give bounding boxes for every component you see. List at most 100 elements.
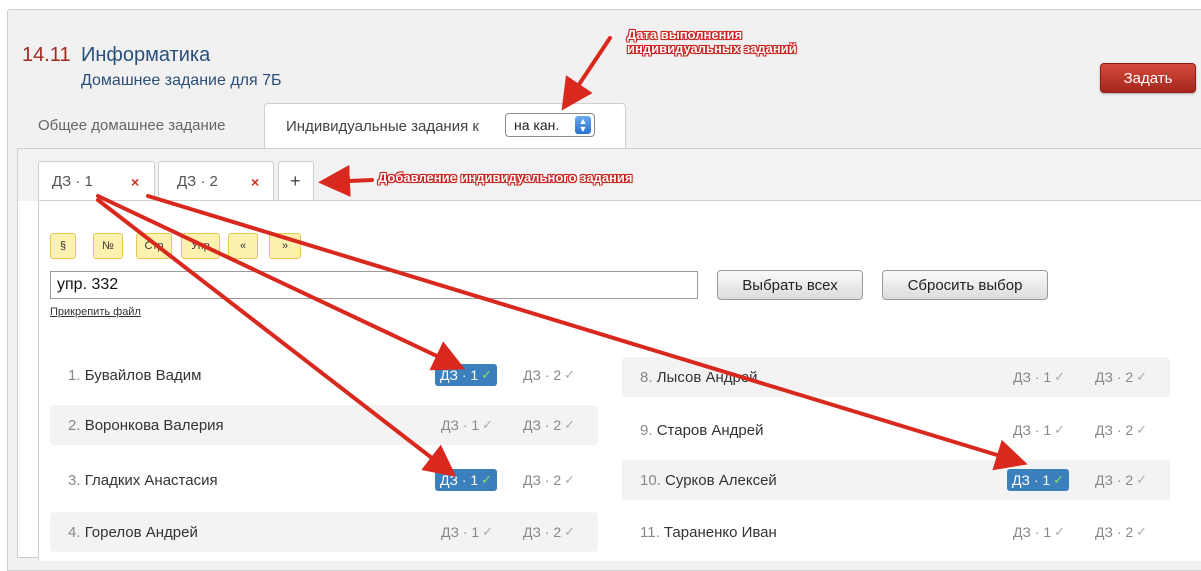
- format-quote-close-button[interactable]: »: [269, 233, 301, 259]
- format-number-button[interactable]: №: [93, 233, 123, 259]
- student-name: Бувайлов Вадим: [84, 367, 202, 384]
- chip-label: ДЗ · 1: [1012, 472, 1051, 488]
- annotation-due-date-line2: индивидуальных заданий: [627, 41, 797, 56]
- student-name: Воронкова Валерия: [84, 417, 224, 434]
- check-icon: ✓: [1136, 369, 1148, 384]
- check-icon: ✓: [564, 417, 576, 432]
- student-number: 8.: [640, 369, 653, 386]
- student-row: 8. Лысов Андрей ДЗ · 1 ✓ ДЗ · 2 ✓: [622, 357, 1170, 397]
- student-number: 2.: [68, 417, 81, 434]
- student-row: 3. Гладких Анастасия ДЗ · 1 ✓ ДЗ · 2 ✓: [50, 460, 598, 500]
- tab-individual-label: Индивидуальные задания к: [286, 118, 479, 135]
- chip-label: ДЗ · 2: [523, 472, 562, 488]
- hw-tab-1[interactable]: ДЗ · 1 ×: [38, 161, 155, 201]
- reset-selection-button[interactable]: Сбросить выбор: [882, 270, 1048, 300]
- dz1-chip[interactable]: ДЗ · 1 ✓: [438, 414, 496, 436]
- dz2-chip[interactable]: ДЗ · 2 ✓: [520, 469, 578, 491]
- attach-file-link[interactable]: Прикрепить файл: [50, 306, 141, 318]
- check-icon: ✓: [482, 524, 494, 539]
- chip-label: ДЗ · 2: [523, 367, 562, 383]
- student-name: Старов Андрей: [656, 422, 764, 439]
- tab-general-homework[interactable]: Общее домашнее задание: [38, 117, 226, 134]
- dz2-chip[interactable]: ДЗ · 2 ✓: [1092, 366, 1150, 388]
- student-name: Лысов Андрей: [656, 369, 758, 386]
- student-row: 4. Горелов Андрей ДЗ · 1 ✓ ДЗ · 2 ✓: [50, 512, 598, 552]
- select-all-button[interactable]: Выбрать всех: [717, 270, 863, 300]
- dz2-chip[interactable]: ДЗ · 2 ✓: [520, 521, 578, 543]
- close-icon[interactable]: ×: [131, 174, 139, 190]
- task-text-input[interactable]: [50, 271, 698, 299]
- hw-tab-2-label: ДЗ · 2: [177, 173, 218, 190]
- plus-icon: +: [290, 171, 301, 191]
- add-hw-tab-button[interactable]: +: [278, 161, 314, 201]
- due-date-value: на кан.: [514, 117, 560, 133]
- annotation-due-date: Дата выполнения индивидуальных заданий: [627, 28, 797, 56]
- student-number: 1.: [68, 367, 81, 384]
- format-quote-open-button[interactable]: «: [228, 233, 258, 259]
- format-page-button[interactable]: Стр: [136, 233, 172, 259]
- format-paragraph-button[interactable]: §: [50, 233, 76, 259]
- chip-label: ДЗ · 2: [1095, 472, 1134, 488]
- dz1-chip[interactable]: ДЗ · 1 ✓: [435, 469, 498, 491]
- dz1-chip[interactable]: ДЗ · 1 ✓: [1007, 469, 1070, 491]
- dz2-chip[interactable]: ДЗ · 2 ✓: [1092, 419, 1150, 441]
- check-icon: ✓: [481, 367, 493, 382]
- check-icon: ✓: [481, 472, 493, 487]
- check-icon: ✓: [1136, 472, 1148, 487]
- chip-label: ДЗ · 1: [441, 417, 480, 433]
- student-number: 3.: [68, 472, 81, 489]
- student-number: 9.: [640, 422, 653, 439]
- close-icon[interactable]: ×: [251, 174, 259, 190]
- dz1-chip[interactable]: ДЗ · 1 ✓: [1010, 419, 1068, 441]
- lesson-number: 14.11: [22, 44, 71, 66]
- student-name: Сурков Алексей: [665, 472, 777, 489]
- check-icon: ✓: [1136, 524, 1148, 539]
- tab-individual-tasks[interactable]: Индивидуальные задания к на кан. ▲ ▼: [264, 103, 626, 149]
- lesson-subject: Информатика: [81, 44, 211, 66]
- dz1-chip[interactable]: ДЗ · 1 ✓: [435, 364, 498, 386]
- check-icon: ✓: [1054, 422, 1066, 437]
- homework-title: Домашнее задание для 7Б: [81, 72, 282, 89]
- check-icon: ✓: [564, 367, 576, 382]
- student-row: 10. Сурков Алексей ДЗ · 1 ✓ ДЗ · 2 ✓: [622, 460, 1170, 500]
- check-icon: ✓: [482, 417, 494, 432]
- check-icon: ✓: [1053, 472, 1065, 487]
- assign-button[interactable]: Задать: [1100, 63, 1196, 93]
- due-date-select[interactable]: на кан. ▲ ▼: [505, 113, 595, 137]
- check-icon: ✓: [564, 524, 576, 539]
- annotation-add-task: Добавление индивидуального задания: [378, 170, 633, 185]
- format-exercise-button[interactable]: Упр: [181, 233, 220, 259]
- dz2-chip[interactable]: ДЗ · 2 ✓: [1092, 521, 1150, 543]
- dz2-chip[interactable]: ДЗ · 2 ✓: [520, 364, 578, 386]
- chip-label: ДЗ · 2: [1095, 369, 1134, 385]
- dz1-chip[interactable]: ДЗ · 1 ✓: [1010, 521, 1068, 543]
- dz2-chip[interactable]: ДЗ · 2 ✓: [1092, 469, 1150, 491]
- student-name: Горелов Андрей: [84, 524, 198, 541]
- chip-label: ДЗ · 1: [440, 367, 479, 383]
- student-number: 4.: [68, 524, 81, 541]
- dz1-chip[interactable]: ДЗ · 1 ✓: [1010, 366, 1068, 388]
- student-row: 1. Бувайлов Вадим ДЗ · 1 ✓ ДЗ · 2 ✓: [50, 355, 598, 395]
- chip-label: ДЗ · 2: [1095, 422, 1134, 438]
- hw-tab-1-label: ДЗ · 1: [52, 173, 93, 190]
- hw-tab-2[interactable]: ДЗ · 2 ×: [158, 161, 274, 201]
- student-row: 9. Старов Андрей ДЗ · 1 ✓ ДЗ · 2 ✓: [622, 410, 1170, 450]
- student-name: Тараненко Иван: [663, 524, 777, 541]
- check-icon: ✓: [1054, 369, 1066, 384]
- student-number: 11.: [640, 524, 660, 541]
- chip-label: ДЗ · 1: [1013, 524, 1052, 540]
- check-icon: ✓: [1054, 524, 1066, 539]
- select-arrows-icon: ▲ ▼: [575, 116, 591, 134]
- chip-label: ДЗ · 1: [1013, 369, 1052, 385]
- dz1-chip[interactable]: ДЗ · 1 ✓: [438, 521, 496, 543]
- chip-label: ДЗ · 2: [1095, 524, 1134, 540]
- annotation-due-date-line1: Дата выполнения: [627, 27, 743, 42]
- check-icon: ✓: [1136, 422, 1148, 437]
- student-row: 11. Тараненко Иван ДЗ · 1 ✓ ДЗ · 2 ✓: [622, 512, 1170, 552]
- dz2-chip[interactable]: ДЗ · 2 ✓: [520, 414, 578, 436]
- chip-label: ДЗ · 2: [523, 524, 562, 540]
- student-row: 2. Воронкова Валерия ДЗ · 1 ✓ ДЗ · 2 ✓: [50, 405, 598, 445]
- chip-label: ДЗ · 1: [441, 524, 480, 540]
- chip-label: ДЗ · 1: [440, 472, 479, 488]
- check-icon: ✓: [564, 472, 576, 487]
